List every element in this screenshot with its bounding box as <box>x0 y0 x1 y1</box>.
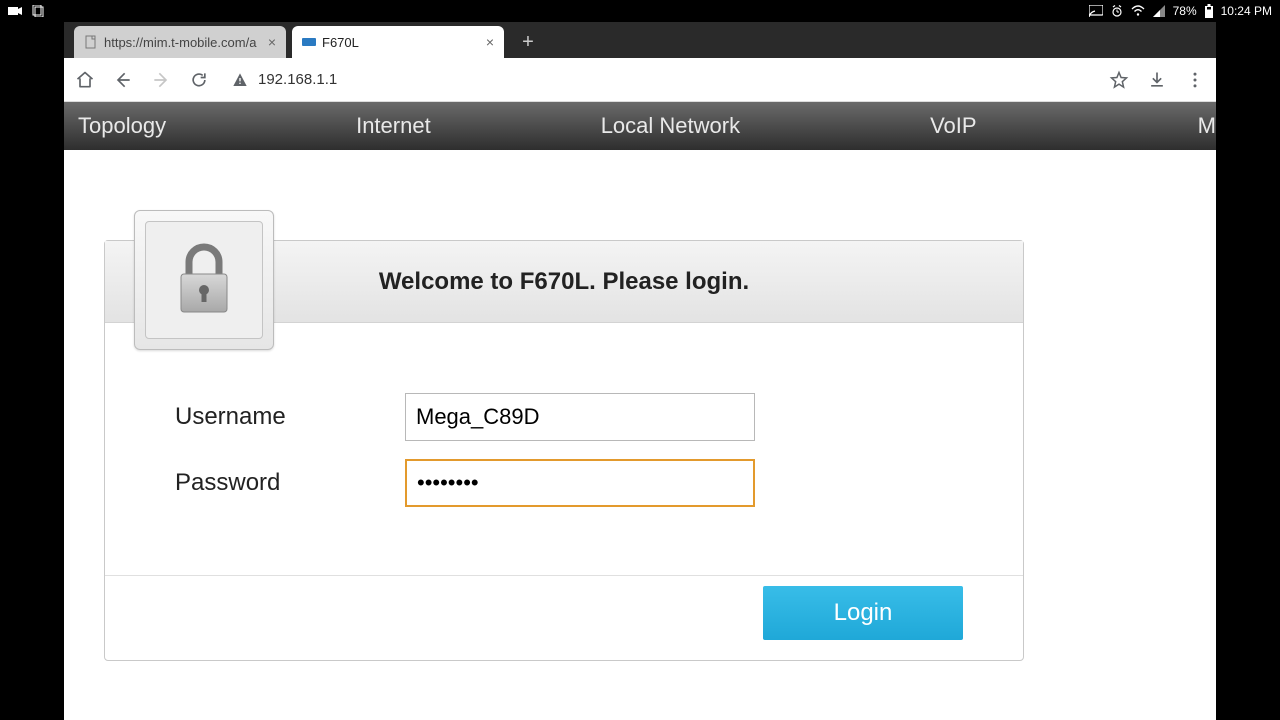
android-status-bar: 78% 10:24 PM <box>0 0 1280 22</box>
clock-text: 10:24 PM <box>1221 4 1272 18</box>
battery-icon <box>1205 4 1213 18</box>
not-secure-icon <box>232 72 248 88</box>
browser-tab-strip: https://mim.t-mobile.com/a × F670L × + <box>64 22 1216 58</box>
forward-icon <box>150 69 172 91</box>
address-bar[interactable]: 192.168.1.1 <box>226 71 1092 88</box>
doc-icon <box>32 5 44 17</box>
back-icon[interactable] <box>112 69 134 91</box>
nav-voip[interactable]: VoIP <box>910 113 996 139</box>
tab-title: https://mim.t-mobile.com/a <box>104 35 262 50</box>
reload-icon[interactable] <box>188 69 210 91</box>
home-icon[interactable] <box>74 69 96 91</box>
password-input[interactable] <box>405 459 755 507</box>
username-input[interactable] <box>405 393 755 441</box>
browser-toolbar: 192.168.1.1 <box>64 58 1216 102</box>
password-label: Password <box>165 469 405 497</box>
new-tab-button[interactable]: + <box>514 28 542 56</box>
download-icon[interactable] <box>1146 69 1168 91</box>
nav-internet[interactable]: Internet <box>336 113 451 139</box>
camera-icon <box>8 6 22 16</box>
lock-badge <box>134 210 274 350</box>
lock-icon <box>169 240 239 320</box>
username-label: Username <box>165 403 405 431</box>
battery-text: 78% <box>1173 4 1197 18</box>
nav-local-network[interactable]: Local Network <box>581 113 760 139</box>
alarm-icon <box>1111 5 1123 17</box>
close-icon[interactable]: × <box>486 34 494 50</box>
star-icon[interactable] <box>1108 69 1130 91</box>
tab-active[interactable]: F670L × <box>292 26 504 58</box>
tab-inactive[interactable]: https://mim.t-mobile.com/a × <box>74 26 286 58</box>
page-viewport: Topology Internet Local Network VoIP M <box>64 102 1216 720</box>
tab-title: F670L <box>322 35 480 50</box>
wifi-icon <box>1131 5 1145 17</box>
login-panel: Welcome to F670L. Please login. Username… <box>104 240 1024 661</box>
login-button[interactable]: Login <box>763 586 963 640</box>
cast-icon <box>1089 5 1103 17</box>
nav-more[interactable]: M <box>1178 113 1216 139</box>
menu-icon[interactable] <box>1184 69 1206 91</box>
page-icon <box>84 35 98 49</box>
zte-favicon-icon <box>302 35 316 49</box>
cell-signal-icon <box>1153 5 1165 17</box>
nav-topology[interactable]: Topology <box>64 113 186 139</box>
close-icon[interactable]: × <box>268 34 276 50</box>
router-top-nav: Topology Internet Local Network VoIP M <box>64 102 1216 150</box>
url-text: 192.168.1.1 <box>258 71 337 88</box>
